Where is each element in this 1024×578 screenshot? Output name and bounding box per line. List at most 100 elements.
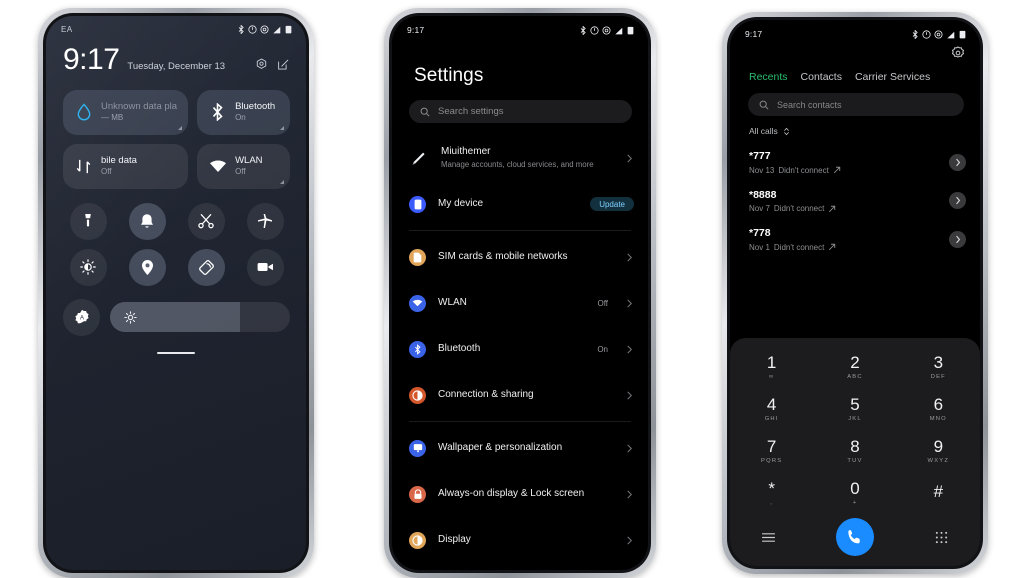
toggle-flashlight[interactable] [69,202,107,240]
settings-row-connection-sharing[interactable]: Connection & sharing [392,372,648,418]
dialpad-key-8-sub: TUV [847,457,863,464]
tile-bluetooth[interactable]: Bluetooth On [197,89,290,135]
bluetooth-icon [238,25,244,34]
dialpad-key-6[interactable]: 6 MNO [897,388,980,429]
settings-row-my-device[interactable]: My device Update [392,181,648,227]
signal-icon [615,27,623,34]
dialpad-key-hash[interactable]: # [897,472,980,513]
dialpad-key-0[interactable]: 0 + [813,472,896,513]
dialpad-key-6-number: 6 [933,394,944,414]
call-icon [848,529,861,543]
dialer-screen: 9:17 Recents Contacts Carrier Services S… [730,20,980,566]
tab-contacts[interactable]: Contacts [801,71,842,83]
update-badge[interactable]: Update [590,197,634,211]
settings-gear-icon[interactable] [951,46,965,60]
keypad-icon[interactable] [931,527,951,547]
search-settings-input[interactable]: Search settings [409,100,632,123]
brightness-slider[interactable] [110,302,290,332]
call-button[interactable] [835,518,874,556]
settings-gear-icon[interactable] [255,57,268,71]
tile-expand-corner[interactable] [280,179,284,184]
call-details-button[interactable] [949,153,966,171]
dialpad-key-star[interactable]: * , [730,472,813,513]
chevron-updown-icon [783,127,789,135]
bluetooth-icon [580,25,586,35]
call-date: Nov 7 [749,204,770,214]
settings-row-bluetooth[interactable]: Bluetooth On [392,326,648,372]
bluetooth-value: On [597,344,608,354]
flashlight-icon [85,214,91,227]
toggle-screenshot[interactable] [187,202,225,240]
dialpad-key-4-number: 4 [766,394,777,414]
call-log-row[interactable]: *778 Nov 1 Didn't connect [730,220,980,259]
chevron-right-icon [627,299,633,307]
settings-row-display[interactable]: Display [392,517,648,563]
brightness-slider-icon [124,310,137,324]
chevron-right-icon [955,158,960,167]
dialpad-key-9[interactable]: 9 WXYZ [897,430,980,471]
search-icon [420,107,430,117]
header-icons[interactable] [255,57,290,75]
dialpad-key-5-sub: JKL [848,415,862,422]
call-details-button[interactable] [949,231,966,249]
menu-icon[interactable] [759,527,779,547]
tab-recents[interactable]: Recents [749,71,788,83]
call-details-button[interactable] [949,192,966,210]
dialpad-key-5[interactable]: 5 JKL [813,388,896,429]
phone-device-control-center: EA 9:17 Tuesday, December 13 Unknown dat… [38,8,314,578]
my-device-text: My device [438,197,578,211]
wlan-value: Off [597,298,608,308]
dialpad-key-2[interactable]: 2 ABC [813,346,896,387]
dialpad-key-8[interactable]: 8 TUV [813,430,896,471]
tile-wlan[interactable]: WLAN Off [197,143,290,189]
toggle-auto-brightness[interactable]: A [63,298,100,336]
settings-row-lock-screen[interactable]: Always-on display & Lock screen [392,471,648,517]
toggle-brightness[interactable] [69,248,107,286]
call-date: Nov 1 [749,242,770,252]
chevron-right-icon [955,235,960,244]
tile-bluetooth-text: Bluetooth On [235,101,275,123]
dialpad-key-8-number: 8 [850,436,860,456]
toggle-ring-mode[interactable] [128,202,166,240]
tab-carrier-services[interactable]: Carrier Services [855,71,930,83]
tile-data-usage[interactable]: Unknown data pla — MB [63,89,189,135]
dialer-settings-row [730,39,980,60]
dialpad-key-star-number: * [768,478,775,498]
toggle-airplane-mode[interactable] [246,202,284,240]
tile-expand-corner[interactable] [280,125,284,130]
dialpad-key-7[interactable]: 7 PQRS [730,430,813,471]
call-number: *777 [749,150,771,162]
call-filter-dropdown[interactable]: All calls [730,116,980,136]
dialpad-key-7-number: 7 [766,436,777,456]
account-name: Miuithemer [441,146,491,158]
settings-row-sim-cards[interactable]: SIM cards & mobile networks [392,234,648,280]
settings-row-wlan[interactable]: WLAN Off [392,280,648,326]
dialpad-key-1[interactable]: 1 ∞ [730,346,813,387]
dialpad-key-3[interactable]: 3 DEF [897,346,980,387]
settings-row-wallpaper[interactable]: Wallpaper & personalization [392,425,648,471]
battery-icon [959,30,966,38]
tile-expand-corner[interactable] [178,125,183,130]
toggle-location[interactable] [128,248,166,286]
home-indicator[interactable] [157,351,195,354]
search-contacts-input[interactable]: Search contacts [748,93,964,116]
bluetooth-icon [912,29,918,39]
dialpad-action-row [730,513,980,558]
display-icon [409,531,426,549]
call-status: Didn't connect [778,165,829,175]
toggle-auto-rotate[interactable] [187,248,225,286]
outgoing-call-icon [829,205,836,212]
auto-rotate-icon [198,259,214,275]
tile-mobile-data[interactable]: bile data Off [63,143,189,189]
call-log-row[interactable]: *8888 Nov 7 Didn't connect [730,182,980,221]
wlan-label: WLAN [438,297,467,309]
call-log-row[interactable]: *777 Nov 13 Didn't connect [730,143,980,182]
toggle-screen-recorder[interactable] [246,248,284,286]
screenshot-stage: EA 9:17 Tuesday, December 13 Unknown dat… [0,0,1024,578]
dialpad-keys: 1 ∞ 2 ABC 3 DEF 4 GHI 5 JKL 6 MNO 7 PQRS… [730,346,980,513]
my-device-label: My device [438,198,484,210]
settings-row-account[interactable]: Miuithemer Manage accounts, cloud servic… [392,135,648,181]
dialpad-key-4[interactable]: 4 GHI [730,388,813,429]
tile-wlan-sub: Off [235,166,246,176]
edit-icon[interactable] [277,58,290,71]
